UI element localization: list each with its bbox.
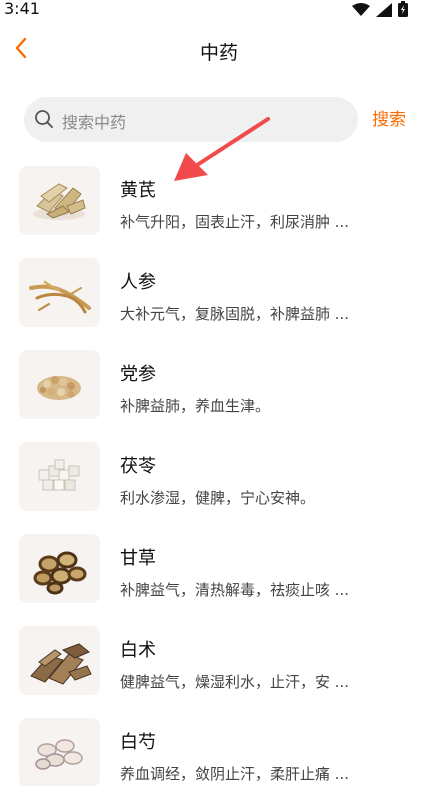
herb-thumbnail (19, 258, 100, 327)
header: 中药 (0, 28, 438, 72)
herb-thumbnail (19, 442, 100, 511)
wifi-icon (352, 2, 370, 21)
status-time: 3:41 (4, 0, 40, 18)
list-item[interactable]: 茯苓 利水渗湿，健脾，宁心安神。 (0, 442, 438, 534)
herb-name: 党参 (120, 364, 156, 385)
herb-description: 利水渗湿，健脾，宁心安神。 (120, 489, 316, 507)
list-item[interactable]: 党参 补脾益肺，养血生津。 (0, 350, 438, 442)
status-icons (352, 1, 408, 21)
herb-description: 养血调经，敛阴止汗，柔肝止痛 ... (120, 765, 350, 783)
herb-description: 补气升阳，固表止汗，利尿消肿 ... (120, 213, 350, 231)
search-icon (34, 109, 54, 129)
herb-thumbnail (19, 626, 100, 695)
annotation-arrow (174, 117, 270, 181)
list-item[interactable]: 白术 健脾益气，燥湿利水，止汗，安 ... (0, 626, 438, 718)
herb-name: 甘草 (120, 548, 156, 569)
herb-description: 补脾益肺，养血生津。 (120, 397, 271, 415)
herb-thumbnail (19, 166, 100, 235)
herb-thumbnail (19, 534, 100, 603)
herb-description: 大补元气，复脉固脱，补脾益肺 ... (120, 305, 350, 323)
herb-list: 黄芪 补气升阳，固表止汗，利尿消肿 ... 人参 大补元气，复脉固脱，补脾益肺 … (0, 166, 438, 786)
page-title: 中药 (199, 42, 238, 64)
herb-name: 人参 (120, 272, 156, 293)
herb-thumbnail (19, 718, 100, 786)
signal-icon (376, 2, 392, 21)
search-button[interactable]: 搜索 (372, 105, 406, 130)
herb-description: 补脾益气，清热解毒，祛痰止咳 ... (120, 581, 350, 599)
search-placeholder: 搜索中药 (62, 113, 127, 132)
status-bar: 3:41 (0, 0, 438, 22)
list-item[interactable]: 白芍 养血调经，敛阴止汗，柔肝止痛 ... (0, 718, 438, 786)
herb-name: 白术 (120, 640, 156, 661)
list-item[interactable]: 人参 大补元气，复脉固脱，补脾益肺 ... (0, 258, 438, 350)
herb-name: 白芍 (120, 732, 156, 753)
herb-description: 健脾益气，燥湿利水，止汗，安 ... (120, 673, 350, 691)
list-item[interactable]: 甘草 补脾益气，清热解毒，祛痰止咳 ... (0, 534, 438, 626)
battery-icon (398, 1, 408, 21)
herb-name: 黄芪 (120, 180, 156, 201)
herb-thumbnail (19, 350, 100, 419)
herb-name: 茯苓 (120, 456, 156, 477)
